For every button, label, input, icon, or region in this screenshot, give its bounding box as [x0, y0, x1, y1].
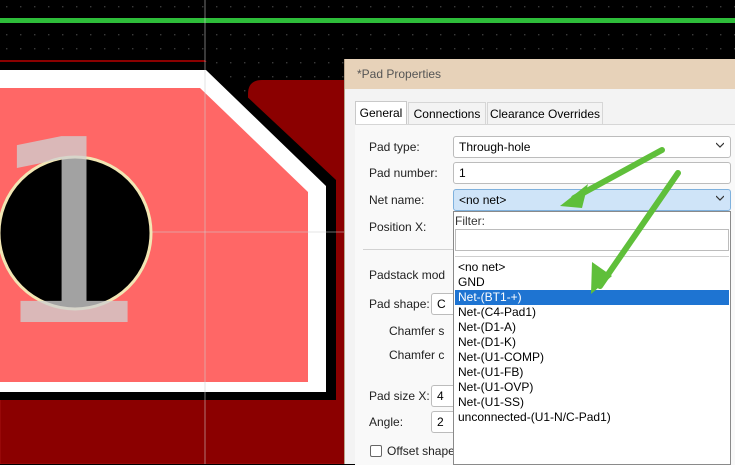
pad-size-x-input[interactable]: 4 — [431, 385, 453, 407]
tab-clearance-overrides[interactable]: Clearance Overrides — [487, 102, 603, 124]
angle-label: Angle: — [369, 415, 404, 429]
pad-number-glyph: 1 — [0, 86, 151, 383]
pad-type-select[interactable]: Through-hole — [453, 136, 731, 158]
net-name-combobox[interactable]: <no net> — [453, 189, 731, 211]
list-item[interactable]: Net-(U1-OVP) — [455, 380, 729, 395]
pad-size-x-label: Pad size X: — [369, 389, 430, 403]
net-dropdown-popup: Filter: <no net> GND Net-(BT1-+) Net-(C4… — [453, 211, 731, 465]
filter-input[interactable] — [455, 229, 729, 251]
net-name-label: Net name: — [369, 193, 425, 207]
chamfer-corners-label: Chamfer c — [389, 348, 445, 362]
pad-type-value: Through-hole — [459, 140, 531, 154]
list-item[interactable]: Net-(U1-FB) — [455, 365, 729, 380]
list-item[interactable]: Net-(D1-A) — [455, 320, 729, 335]
dialog-title: *Pad Properties — [357, 67, 442, 81]
pad-shape-label: Pad shape: — [369, 297, 430, 311]
net-list: <no net> GND Net-(BT1-+) Net-(C4-Pad1) N… — [455, 256, 729, 462]
list-item[interactable]: GND — [455, 275, 729, 290]
filter-label: Filter: — [455, 214, 485, 228]
pad-number-input[interactable]: 1 — [453, 162, 731, 184]
tab-general[interactable]: General — [355, 101, 407, 125]
pad-shape-select[interactable]: C — [431, 293, 453, 315]
net-name-value: <no net> — [459, 193, 507, 207]
offset-shape-checkbox[interactable] — [370, 445, 382, 457]
chevron-down-icon — [716, 195, 724, 201]
list-item[interactable]: Net-(U1-COMP) — [455, 350, 729, 365]
tab-connections[interactable]: Connections — [408, 102, 486, 124]
pad-type-label: Pad type: — [369, 140, 420, 154]
list-item[interactable]: Net-(U1-SS) — [455, 395, 729, 410]
padstack-mode-label: Padstack mod — [369, 268, 446, 282]
dialog-titlebar[interactable]: *Pad Properties — [345, 59, 735, 89]
track-top[interactable] — [0, 18, 735, 23]
general-panel: Pad type: Through-hole Pad number: 1 Net… — [355, 124, 735, 465]
list-item[interactable]: Net-(D1-K) — [455, 335, 729, 350]
list-item[interactable]: unconnected-(U1-N/C-Pad1) — [455, 410, 729, 425]
list-item[interactable]: Net-(C4-Pad1) — [455, 305, 729, 320]
pad-properties-dialog: *Pad Properties General Connections Clea… — [344, 59, 735, 465]
chamfer-size-label: Chamfer s — [389, 324, 445, 338]
position-x-label: Position X: — [369, 220, 427, 234]
pad-number-label: Pad number: — [369, 166, 438, 180]
angle-input[interactable]: 2 — [431, 411, 453, 433]
list-item-selected[interactable]: Net-(BT1-+) — [455, 290, 729, 305]
list-item[interactable]: <no net> — [455, 260, 729, 275]
chevron-down-icon — [716, 142, 724, 148]
